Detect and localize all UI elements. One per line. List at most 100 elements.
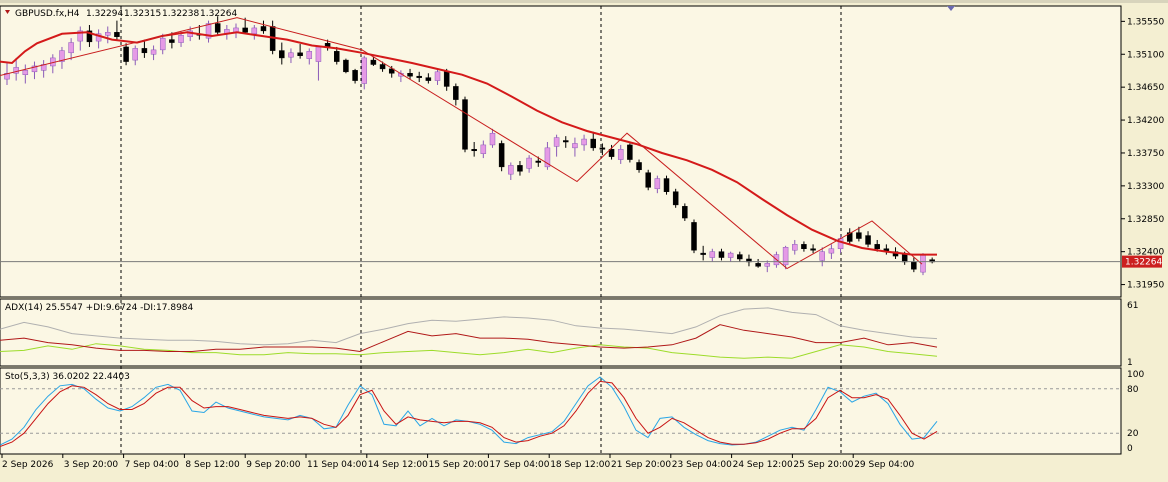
bear-candle[interactable] bbox=[865, 235, 871, 245]
sto-panel[interactable] bbox=[0, 367, 1122, 455]
bear-candle[interactable] bbox=[682, 206, 688, 219]
bear-candle[interactable] bbox=[443, 71, 450, 87]
bull-candle[interactable] bbox=[68, 42, 74, 54]
bull-candle[interactable] bbox=[508, 165, 514, 175]
bear-candle[interactable] bbox=[471, 149, 477, 152]
bear-candle[interactable] bbox=[590, 138, 596, 149]
time-axis-label: 24 Sep 12:00 bbox=[733, 460, 793, 470]
bull-candle[interactable] bbox=[251, 27, 258, 35]
bear-candle[interactable] bbox=[334, 51, 340, 62]
bear-candle[interactable] bbox=[279, 50, 285, 59]
bear-candle[interactable] bbox=[911, 261, 917, 270]
bear-candle[interactable] bbox=[242, 27, 248, 33]
bull-candle[interactable] bbox=[782, 247, 789, 266]
bear-candle[interactable] bbox=[755, 263, 761, 267]
trading-chart[interactable]: GBPUSD.fx,H4 1.32294 1.32315 1.32238 1.3… bbox=[0, 0, 1168, 478]
adx-axis-label: 1 bbox=[1127, 358, 1133, 368]
bull-candle[interactable] bbox=[306, 51, 313, 59]
bear-candle[interactable] bbox=[691, 222, 697, 251]
bear-candle[interactable] bbox=[214, 23, 221, 33]
bear-candle[interactable] bbox=[370, 59, 377, 65]
bear-candle[interactable] bbox=[425, 77, 432, 81]
bear-candle[interactable] bbox=[874, 244, 880, 249]
price-axis-label: 1.35100 bbox=[1127, 50, 1164, 60]
bear-candle[interactable] bbox=[260, 26, 267, 32]
current-price-label: 1.32264 bbox=[1125, 258, 1162, 268]
bear-candle[interactable] bbox=[343, 59, 349, 73]
bear-candle[interactable] bbox=[627, 144, 633, 160]
bull-candle[interactable] bbox=[159, 37, 166, 51]
bull-candle[interactable] bbox=[315, 46, 322, 62]
bear-candle[interactable] bbox=[169, 39, 175, 43]
price-axis-label: 1.35550 bbox=[1127, 17, 1164, 27]
bull-candle[interactable] bbox=[132, 48, 138, 61]
bear-candle[interactable] bbox=[636, 162, 642, 171]
time-axis-label: 2 Sep 2026 bbox=[2, 460, 54, 470]
sto-axis-label: 100 bbox=[1127, 370, 1144, 380]
bull-candle[interactable] bbox=[178, 34, 184, 43]
bear-candle[interactable] bbox=[599, 147, 606, 150]
price-panel[interactable] bbox=[0, 5, 1122, 298]
bull-candle[interactable] bbox=[828, 248, 835, 254]
ohlc-close: 1.32264 bbox=[200, 9, 237, 19]
bull-candle[interactable] bbox=[654, 178, 661, 190]
price-axis-label: 1.31950 bbox=[1127, 281, 1164, 291]
bull-candle[interactable] bbox=[150, 49, 157, 55]
bear-candle[interactable] bbox=[498, 143, 505, 168]
bear-candle[interactable] bbox=[407, 73, 413, 77]
bull-candle[interactable] bbox=[489, 132, 496, 146]
price-chart-title: GBPUSD.fx,H4 bbox=[15, 9, 80, 19]
bull-candle[interactable] bbox=[764, 263, 771, 267]
bear-candle[interactable] bbox=[901, 254, 908, 263]
bear-candle[interactable] bbox=[141, 48, 148, 54]
bear-candle[interactable] bbox=[801, 244, 807, 249]
bear-candle[interactable] bbox=[700, 252, 706, 255]
bear-candle[interactable] bbox=[379, 64, 386, 70]
price-axis-label: 1.33750 bbox=[1127, 149, 1164, 159]
bear-candle[interactable] bbox=[535, 160, 542, 163]
window-top-strip bbox=[0, 0, 1168, 3]
bear-candle[interactable] bbox=[663, 178, 670, 192]
bull-candle[interactable] bbox=[434, 71, 441, 81]
time-axis-label: 8 Sep 12:00 bbox=[185, 460, 240, 470]
time-axis-label: 29 Sep 04:00 bbox=[854, 460, 914, 470]
time-axis-label: 15 Sep 20:00 bbox=[429, 460, 489, 470]
bull-candle[interactable] bbox=[480, 144, 487, 154]
time-axis-label: 14 Sep 12:00 bbox=[368, 460, 428, 470]
bear-candle[interactable] bbox=[718, 251, 725, 258]
sto-title: Sto(5,3,3) 36.0202 22.4403 bbox=[5, 372, 130, 382]
bull-candle[interactable] bbox=[572, 143, 578, 149]
bear-candle[interactable] bbox=[297, 52, 303, 56]
bear-candle[interactable] bbox=[672, 191, 679, 206]
bull-candle[interactable] bbox=[553, 137, 560, 147]
price-axis-label: 1.33300 bbox=[1127, 182, 1164, 192]
bear-candle[interactable] bbox=[810, 248, 816, 251]
bear-candle[interactable] bbox=[453, 86, 459, 100]
bull-candle[interactable] bbox=[617, 149, 624, 160]
chart-canvas[interactable]: GBPUSD.fx,H4 1.32294 1.32315 1.32238 1.3… bbox=[0, 0, 1168, 478]
bull-candle[interactable] bbox=[105, 32, 111, 36]
bear-candle[interactable] bbox=[123, 46, 129, 62]
bear-candle[interactable] bbox=[737, 254, 743, 260]
bull-candle[interactable] bbox=[581, 138, 587, 146]
bear-candle[interactable] bbox=[563, 140, 569, 143]
bull-candle[interactable] bbox=[819, 251, 825, 261]
bear-candle[interactable] bbox=[462, 99, 468, 150]
bull-candle[interactable] bbox=[526, 157, 532, 169]
bull-candle[interactable] bbox=[22, 70, 29, 75]
bull-candle[interactable] bbox=[709, 251, 716, 258]
adx-title: ADX(14) 25.5547 +DI:9.6724 -DI:17.8984 bbox=[5, 303, 194, 313]
time-axis-label: 17 Sep 04:00 bbox=[489, 460, 549, 470]
bear-candle[interactable] bbox=[114, 32, 120, 37]
bull-candle[interactable] bbox=[792, 244, 798, 251]
bear-candle[interactable] bbox=[856, 232, 862, 239]
price-axis-label: 1.34200 bbox=[1127, 116, 1164, 126]
bear-candle[interactable] bbox=[416, 75, 422, 78]
bear-candle[interactable] bbox=[645, 172, 651, 188]
bull-candle[interactable] bbox=[727, 252, 734, 258]
price-axis-label: 1.34650 bbox=[1127, 83, 1164, 93]
bull-candle[interactable] bbox=[361, 57, 367, 84]
bear-candle[interactable] bbox=[352, 70, 358, 81]
bull-candle[interactable] bbox=[288, 52, 294, 58]
bear-candle[interactable] bbox=[517, 165, 523, 172]
